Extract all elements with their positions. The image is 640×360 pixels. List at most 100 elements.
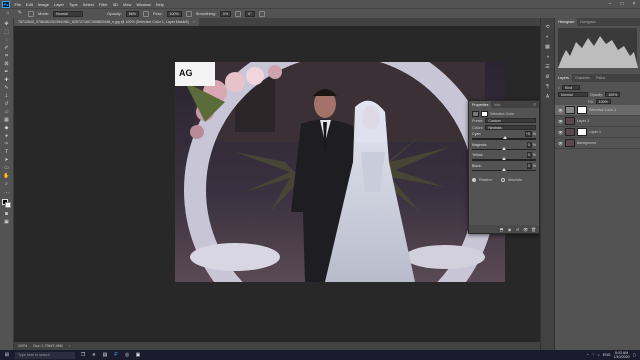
adjustments-panel-icon[interactable]: ◑	[544, 54, 552, 61]
blend-mode-select[interactable]: Normal	[558, 92, 588, 97]
blur-tool-icon[interactable]: ◆	[3, 125, 11, 132]
eye-icon[interactable]: 👁	[558, 119, 563, 124]
black-value[interactable]: 0	[526, 162, 532, 169]
file-explorer-icon[interactable]: ▤	[102, 352, 108, 358]
cyan-slider-track[interactable]	[472, 136, 536, 140]
layer-name[interactable]: Background	[577, 141, 596, 145]
rectangle-tool-icon[interactable]: ▭	[3, 165, 11, 172]
menu-window[interactable]: Window	[134, 2, 153, 7]
menu-select[interactable]: Select	[80, 2, 96, 7]
dodge-tool-icon[interactable]: ●	[3, 133, 11, 140]
background-color-swatch[interactable]	[4, 202, 11, 208]
smoothing-field[interactable]: 0%	[220, 10, 232, 17]
flow-field[interactable]: 100%	[166, 10, 182, 17]
document-canvas[interactable]: AG	[175, 62, 505, 282]
fill-field[interactable]: 100%	[595, 99, 611, 104]
layer-name[interactable]: Layer 2	[577, 119, 589, 123]
chevron-right-icon[interactable]: ›	[69, 344, 70, 348]
eye-icon[interactable]: 👁	[558, 141, 563, 146]
photoshop-taskbar-icon[interactable]: P	[113, 352, 119, 358]
quick-mask-icon[interactable]: ◙	[3, 211, 11, 218]
cyan-value[interactable]: +5	[524, 131, 532, 137]
character-panel-icon[interactable]: A	[544, 94, 552, 101]
color-panel-icon[interactable]: ◐	[544, 34, 552, 41]
absolute-radio[interactable]	[500, 177, 505, 182]
swatches-panel-icon[interactable]: ▦	[544, 44, 552, 51]
windows-start-icon[interactable]: ⊞	[4, 352, 10, 358]
document-tab[interactable]: 78712640_97584822513941981_8257271607499…	[14, 18, 199, 26]
brush-tool-icon[interactable]: ✎	[3, 85, 11, 92]
visibility-icon[interactable]: 👁	[523, 227, 528, 232]
zoom-level[interactable]: 100%	[18, 344, 27, 348]
volume-icon[interactable]: ♪	[598, 353, 600, 357]
layer-row[interactable]: 👁 Layer 1	[555, 127, 640, 138]
preset-select[interactable]: Custom	[485, 118, 536, 123]
black-slider-track[interactable]	[472, 167, 536, 171]
lasso-tool-icon[interactable]: ◌	[3, 37, 11, 44]
trash-icon[interactable]: 🗑	[531, 227, 536, 232]
tab-histogram[interactable]: Histogram	[555, 18, 578, 26]
reset-icon[interactable]: ↺	[515, 227, 520, 232]
relative-radio[interactable]	[472, 177, 476, 182]
clock[interactable]: 8:03 AM 1/10/2020	[614, 351, 630, 359]
magenta-slider-track[interactable]	[472, 146, 536, 150]
menu-layer[interactable]: Layer	[51, 2, 66, 7]
tab-layers[interactable]: Layers	[555, 74, 572, 82]
yellow-slider-knob[interactable]	[502, 157, 506, 160]
eyedropper-tool-icon[interactable]: ✒	[3, 69, 11, 76]
layer-mask-thumb[interactable]	[577, 128, 587, 136]
pressure-size-icon[interactable]	[258, 10, 265, 17]
menu-file[interactable]: File	[12, 2, 23, 7]
tab-info[interactable]: Info	[491, 101, 503, 108]
menu-image[interactable]: Image	[35, 2, 51, 7]
move-tool-icon[interactable]: ✥	[3, 21, 11, 28]
airbrush-icon[interactable]	[185, 10, 192, 17]
brush-settings-icon[interactable]	[28, 10, 34, 17]
layer-mask-thumb[interactable]	[577, 106, 587, 114]
home-icon[interactable]: ⌂	[4, 10, 12, 17]
mode-select[interactable]: Normal	[53, 10, 84, 17]
clone-stamp-tool-icon[interactable]: ⊥	[3, 93, 11, 100]
hand-tool-icon[interactable]: ✋	[3, 173, 11, 180]
layer-opacity-field[interactable]: 100%	[605, 92, 621, 97]
taskbar-search[interactable]: Type here to search	[15, 351, 75, 359]
black-slider-knob[interactable]	[502, 167, 506, 171]
panel-menu-icon[interactable]: ≡	[534, 102, 539, 107]
store-icon[interactable]: ▣	[135, 352, 141, 358]
screen-mode-icon[interactable]: ▣	[3, 219, 11, 226]
menu-type[interactable]: Type	[67, 2, 81, 7]
history-panel-icon[interactable]: ⟲	[544, 24, 552, 31]
tab-paths[interactable]: Paths	[593, 74, 608, 82]
type-tool-icon[interactable]: T	[3, 149, 11, 156]
gradient-tool-icon[interactable]: ▦	[3, 117, 11, 124]
chrome-icon[interactable]: ◎	[124, 352, 130, 358]
zoom-tool-icon[interactable]: ⌕	[3, 181, 11, 188]
colors-select[interactable]: Neutrals	[485, 125, 536, 130]
layer-row[interactable]: 👁 Layer 2	[555, 116, 640, 127]
minimize-icon[interactable]: –	[604, 0, 616, 8]
opacity-field[interactable]: 86%	[125, 10, 139, 17]
pen-tool-icon[interactable]: ✑	[3, 141, 11, 148]
tray-chevron-icon[interactable]: ^	[587, 353, 589, 357]
brush-tool-preset-icon[interactable]: ✎	[16, 10, 24, 17]
eye-icon[interactable]: 👁	[558, 108, 563, 113]
history-brush-tool-icon[interactable]: ↺	[3, 101, 11, 108]
magenta-value[interactable]: 0	[526, 141, 532, 148]
paragraph-panel-icon[interactable]: ¶	[544, 84, 552, 91]
document-workspace[interactable]: AG	[14, 26, 540, 342]
cyan-slider-knob[interactable]	[503, 136, 508, 139]
clip-to-layer-icon[interactable]: ⬒	[499, 227, 504, 232]
frame-tool-icon[interactable]: ⊠	[3, 61, 11, 68]
edge-icon[interactable]: e	[91, 352, 97, 358]
layer-row[interactable]: 👁 Background	[555, 138, 640, 149]
close-tab-icon[interactable]: ×	[193, 20, 195, 24]
menu-help[interactable]: Help	[153, 2, 166, 7]
tab-properties[interactable]: Properties	[469, 101, 492, 108]
properties-panel-icon[interactable]: ⚙	[544, 74, 552, 81]
tab-channels[interactable]: Channels	[572, 74, 593, 82]
layer-mask-icon[interactable]	[481, 110, 488, 117]
eye-icon[interactable]: 👁	[558, 130, 563, 135]
angle-field[interactable]: 0°	[245, 10, 255, 17]
view-previous-state-icon[interactable]: ◉	[507, 227, 512, 232]
healing-brush-tool-icon[interactable]: ✚	[3, 77, 11, 84]
